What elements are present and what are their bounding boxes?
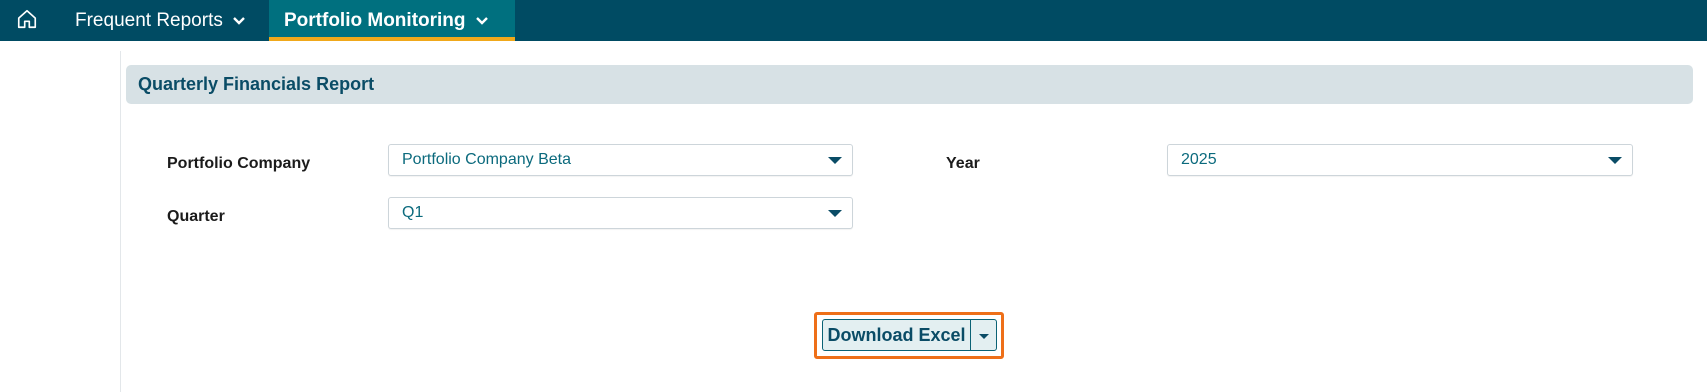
quarter-label: Quarter (167, 208, 225, 225)
portfolio-company-select[interactable]: Portfolio Company Beta (388, 144, 853, 176)
download-excel-button[interactable]: Download Excel (823, 320, 971, 350)
quarter-value: Q1 (402, 204, 424, 221)
dropdown-caret-icon (828, 157, 842, 164)
dropdown-caret-icon (828, 210, 842, 217)
nav-portfolio-monitoring-label: Portfolio Monitoring (284, 9, 466, 31)
dropdown-caret-icon (1608, 157, 1622, 164)
chevron-down-icon (232, 16, 246, 26)
nav-portfolio-monitoring[interactable]: Portfolio Monitoring (269, 0, 515, 41)
year-value: 2025 (1181, 151, 1217, 168)
home-button[interactable] (12, 8, 42, 34)
download-options-toggle[interactable] (971, 320, 996, 350)
nav-frequent-reports-label: Frequent Reports (75, 9, 223, 31)
home-icon (16, 8, 38, 35)
download-excel-split-button: Download Excel (822, 319, 997, 351)
panel-title: Quarterly Financials Report (138, 74, 375, 94)
quarter-select[interactable]: Q1 (388, 197, 853, 229)
panel-header: Quarterly Financials Report (126, 65, 1693, 104)
year-label: Year (946, 155, 980, 172)
nav-frequent-reports[interactable]: Frequent Reports (75, 0, 246, 41)
top-nav-bar: Frequent Reports Portfolio Monitoring (0, 0, 1707, 41)
caret-down-icon (978, 334, 989, 339)
portfolio-company-label: Portfolio Company (167, 155, 311, 172)
portfolio-company-value: Portfolio Company Beta (402, 151, 571, 168)
chevron-down-icon (475, 16, 489, 26)
download-excel-label: Download Excel (827, 324, 966, 345)
year-select[interactable]: 2025 (1167, 144, 1633, 176)
